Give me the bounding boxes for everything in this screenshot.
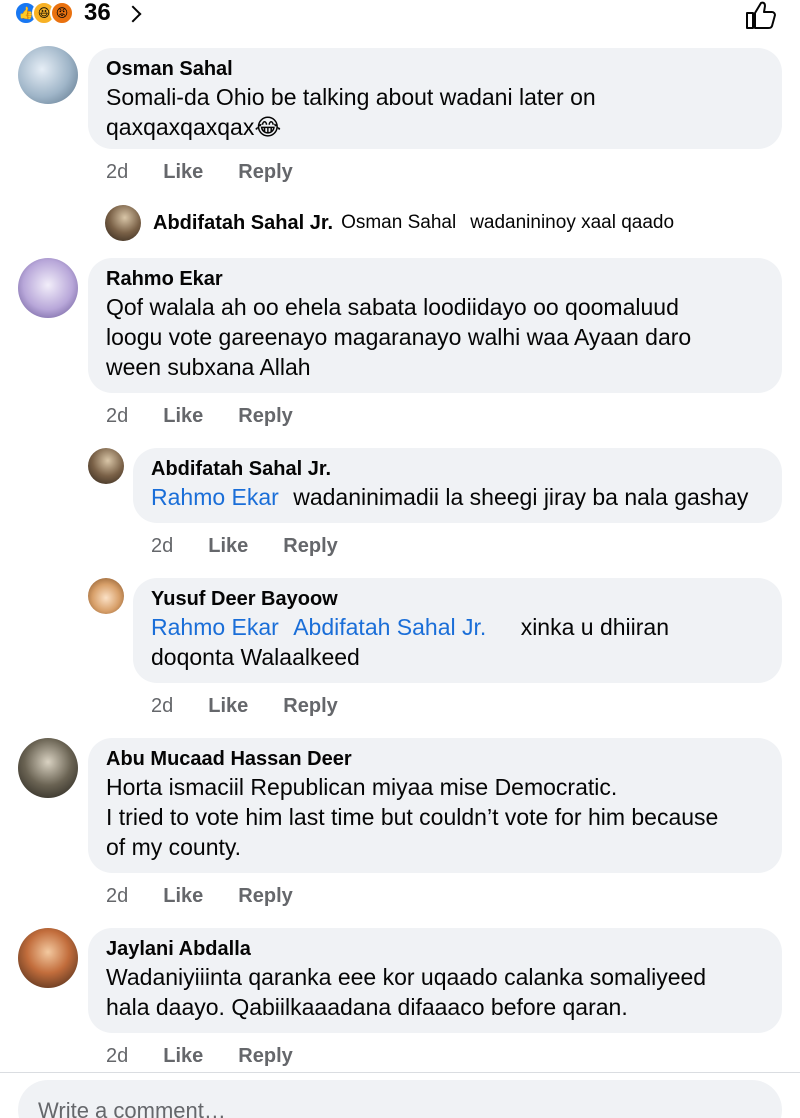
reply-actions: 2d Like Reply [151, 695, 373, 718]
like-button[interactable] [744, 0, 778, 30]
comment-text-line: Somali-da Ohio be talking about wadani l… [106, 84, 596, 110]
comment-actions: 2d Like Reply [106, 885, 328, 908]
comment-text-line: qaxqaxqaxqax😂 [106, 114, 282, 140]
like-link[interactable]: Like [208, 535, 248, 558]
comment-text-line: of my county. [106, 834, 242, 860]
comment-author[interactable]: Rahmo Ekar [106, 266, 764, 292]
comment-text-line: ween subxana Allah [106, 354, 311, 380]
reaction-bar: 👍 😆 😡 36 [0, 0, 800, 40]
comment-author[interactable]: Abu Mucaad Hassan Deer [106, 746, 764, 772]
reply-author[interactable]: Abdifatah Sahal Jr. [151, 456, 764, 482]
reply-bubble: Abdifatah Sahal Jr. Rahmo Ekar wadaninim… [133, 448, 782, 523]
reply-link[interactable]: Reply [238, 161, 292, 184]
comment-time[interactable]: 2d [106, 885, 128, 908]
comment-time[interactable]: 2d [106, 161, 128, 184]
reply-bubble: Yusuf Deer Bayoow Rahmo Ekar Abdifatah S… [133, 578, 782, 683]
comment-actions: 2d Like Reply [106, 405, 328, 428]
reply-mention[interactable]: Osman Sahal [341, 212, 456, 234]
avatar[interactable] [88, 578, 124, 614]
comment-actions: 2d Like Reply [106, 1045, 328, 1068]
reply-text: wadaninimadii la sheegi jiray ba nala ga… [293, 484, 749, 510]
like-link[interactable]: Like [208, 695, 248, 718]
divider [0, 1072, 800, 1073]
mention-link[interactable]: Rahmo Ekar [151, 484, 279, 510]
reply-actions: 2d Like Reply [151, 535, 373, 558]
like-link[interactable]: Like [163, 161, 203, 184]
reply-text-line: Rahmo Ekar Abdifatah Sahal Jr. xinka u d… [151, 612, 764, 642]
avatar[interactable] [18, 928, 78, 988]
avatar[interactable] [18, 46, 78, 104]
comment-input[interactable]: Write a comment… [18, 1080, 782, 1118]
reply-link[interactable]: Reply [238, 405, 292, 428]
comment-author[interactable]: Jaylani Abdalla [106, 936, 764, 962]
mention-link[interactable]: Rahmo Ekar [151, 614, 279, 640]
comment-actions: 2d Like Reply [106, 161, 328, 184]
reply-author[interactable]: Yusuf Deer Bayoow [151, 586, 764, 612]
reactions-summary[interactable]: 👍 😆 😡 36 [14, 0, 142, 26]
comment-text-line: loogu vote gareenayo magaranayo walhi wa… [106, 324, 692, 350]
reply-text: xinka u dhiiran [520, 614, 669, 640]
like-link[interactable]: Like [163, 1045, 203, 1068]
collapsed-reply[interactable]: Abdifatah Sahal Jr. Osman Sahal wadanini… [105, 205, 674, 241]
comment-bubble: Rahmo Ekar Qof walala ah oo ehela sabata… [88, 258, 782, 393]
comment-time[interactable]: 2d [106, 405, 128, 428]
reply-link[interactable]: Reply [238, 885, 292, 908]
comment-text-line: Wadaniyiiinta qaranka eee kor uqaado cal… [106, 964, 707, 990]
comment-bubble: Osman Sahal Somali-da Ohio be talking ab… [88, 48, 782, 149]
avatar[interactable] [18, 738, 78, 798]
comment-bubble: Abu Mucaad Hassan Deer Horta ismaciil Re… [88, 738, 782, 873]
reaction-count: 36 [84, 0, 111, 26]
comment-text-line: hala daayo. Qabiilkaaadana difaaaco befo… [106, 994, 628, 1020]
angry-icon: 😡 [50, 1, 74, 25]
reply-link[interactable]: Reply [283, 695, 337, 718]
reply-time[interactable]: 2d [151, 535, 173, 558]
mention-link[interactable]: Abdifatah Sahal Jr. [293, 614, 486, 640]
reply-text-line: Rahmo Ekar wadaninimadii la sheegi jiray… [151, 482, 764, 512]
reply-preview-text: wadanininoy xaal qaado [470, 212, 675, 233]
comment-text-line: Qof walala ah oo ehela sabata loodiidayo… [106, 294, 679, 320]
thumbs-up-icon [746, 1, 776, 29]
like-link[interactable]: Like [163, 885, 203, 908]
reply-link[interactable]: Reply [283, 535, 337, 558]
avatar[interactable] [18, 258, 78, 318]
comment-time[interactable]: 2d [106, 1045, 128, 1068]
comment-text-line: I tried to vote him last time but couldn… [106, 804, 719, 830]
reply-link[interactable]: Reply [238, 1045, 292, 1068]
reply-author[interactable]: Abdifatah Sahal Jr. [153, 210, 333, 236]
reply-time[interactable]: 2d [151, 695, 173, 718]
avatar[interactable] [88, 448, 124, 484]
like-link[interactable]: Like [163, 405, 203, 428]
comment-author[interactable]: Osman Sahal [106, 56, 764, 82]
reply-text-line: doqonta Walaalkeed [151, 644, 360, 670]
comment-bubble: Jaylani Abdalla Wadaniyiiinta qaranka ee… [88, 928, 782, 1033]
chevron-right-icon[interactable] [124, 5, 142, 23]
comment-text-line: Horta ismaciil Republican miyaa mise Dem… [106, 774, 618, 800]
